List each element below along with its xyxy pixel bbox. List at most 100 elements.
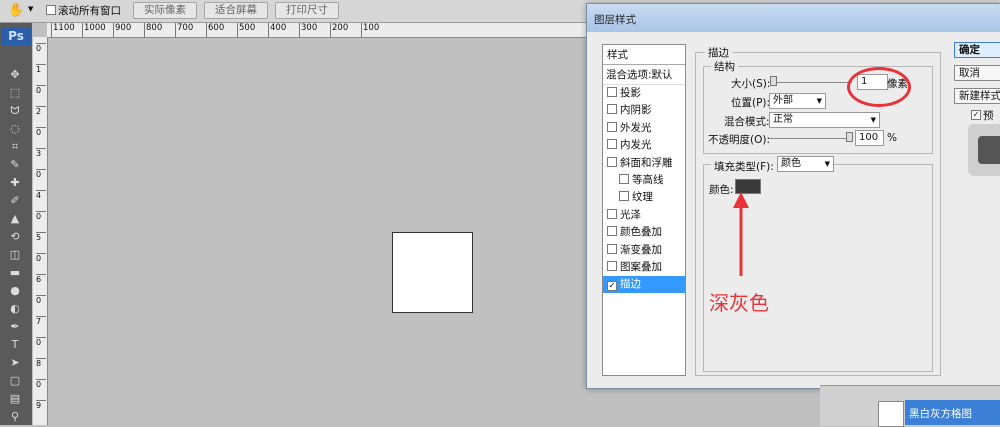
vruler-tick: 3 [36,148,46,158]
ps-logo: Ps [1,27,31,45]
vruler-tick: 0 [36,169,46,179]
style-item[interactable]: 外发光 [603,120,685,137]
brush-icon[interactable]: ✐ [6,194,24,208]
vruler-tick: 9 [36,400,46,410]
quick-select-icon[interactable]: ◌ [6,122,24,136]
pen-icon[interactable]: ✒ [6,320,24,334]
notes-icon[interactable]: ▤ [6,392,24,406]
style-list-header: 样式 [603,47,685,65]
print-size-button[interactable]: 打印尺寸 [275,2,339,19]
crop-tool-icon[interactable]: ⌗ [6,140,24,154]
style-item[interactable]: ✓ 描边 [603,276,685,294]
blend-mode-value: 正常 [773,114,793,125]
style-checkbox[interactable] [607,87,617,97]
style-item[interactable]: 等高线 [603,172,697,189]
actual-pixels-button[interactable]: 实际像素 [133,2,197,19]
opacity-label: 不透明度(O): [708,134,770,146]
style-checkbox[interactable] [607,226,617,237]
scroll-all-checkbox[interactable] [46,5,56,15]
opacity-unit: % [887,132,897,144]
style-item-label: 外发光 [620,121,652,134]
ruler-tick: 100 [361,23,379,37]
style-item-label: 光泽 [620,208,641,221]
style-item[interactable]: 渐变叠加 [603,242,685,259]
annotation-label: 深灰色 [709,291,769,315]
vruler-tick: 0 [36,337,46,347]
ok-button[interactable]: 确定 [954,42,1000,58]
path-select-icon[interactable]: ➤ [6,356,24,370]
style-checkbox[interactable] [607,104,617,115]
type-icon[interactable]: T [6,338,24,352]
style-item-label: 图案叠加 [620,261,662,273]
chevron-down-icon[interactable]: ▼ [28,5,33,13]
style-item-label: 投影 [620,87,641,99]
style-checkbox[interactable] [607,156,617,167]
style-item[interactable]: 投影 [603,85,685,102]
vruler-tick: 4 [36,190,46,200]
size-slider-thumb[interactable] [770,76,777,86]
style-item[interactable]: 纹理 [603,189,697,206]
history-brush-icon[interactable]: ⟲ [6,230,24,244]
style-item[interactable]: 斜面和浮雕 [603,155,685,172]
blend-options-item[interactable]: 混合选项:默认 [603,67,685,85]
style-item[interactable]: 颜色叠加 [603,224,685,241]
clone-stamp-icon[interactable]: ▲ [6,212,24,226]
blend-mode-label: 混合模式: [724,116,770,128]
ruler-tick: 400 [268,23,286,37]
layer-row-selected[interactable]: 黑白灰方格图 [905,400,1000,425]
annotation-arrow-icon [733,192,749,276]
style-item[interactable]: 图案叠加 [603,259,685,276]
ruler-tick: 800 [144,23,162,37]
style-item[interactable]: 内发光 [603,137,685,154]
ruler-tick: 1100 [51,23,75,37]
healing-brush-icon[interactable]: ✚ [6,176,24,190]
style-item[interactable]: 内阴影 [603,102,685,119]
position-select[interactable]: 外部 ▼ [769,93,826,109]
layer-style-dialog: 图层样式 样式 混合选项:默认 投影 内阴影 外发光 内发光 斜面和浮雕 等高线 纹理 光泽颜… [586,3,1000,389]
style-checkbox[interactable] [607,261,617,271]
blur-icon[interactable]: ● [6,284,24,298]
ruler-tick: 500 [237,23,255,37]
style-checkbox[interactable] [607,121,617,132]
preview-checkbox[interactable]: ✓ [971,110,981,120]
style-checkbox[interactable]: ✓ [607,281,617,292]
hand-icon[interactable]: ✋ [8,3,24,18]
gradient-icon[interactable]: ▬ [6,266,24,280]
style-checkbox[interactable] [619,191,629,202]
size-slider[interactable] [770,82,852,83]
dialog-title: 图层样式 [594,14,636,26]
style-checkbox[interactable] [607,208,617,219]
chevron-down-icon: ▼ [824,160,830,168]
shape-icon[interactable]: ▢ [6,374,24,388]
eyedropper-icon[interactable]: ✎ [6,158,24,172]
dodge-icon[interactable]: ◐ [6,302,24,316]
new-style-button[interactable]: 新建样式 [954,88,1000,104]
zoom-eyedropper-icon[interactable]: ⚲ [6,410,24,424]
cancel-button[interactable]: 取消 [954,65,1000,81]
vertical-ruler: 0 1 0 2 0 3 0 4 0 5 0 6 0 7 0 8 0 9 [33,37,48,425]
lasso-tool-icon[interactable]: ᗢ [6,104,24,118]
annotation-circle [847,67,911,107]
fit-screen-button[interactable]: 适合屏幕 [204,2,268,19]
opacity-slider[interactable] [769,138,853,139]
style-checkbox[interactable] [607,243,617,254]
style-item[interactable]: 光泽 [603,207,685,224]
vruler-tick: 8 [36,358,46,368]
layer-thumbnail [878,401,904,427]
structure-group-title: 结构 [711,59,738,74]
eraser-icon[interactable]: ◫ [6,248,24,262]
ruler-tick: 600 [206,23,224,37]
marquee-tool-icon[interactable]: ⬚ [6,86,24,100]
document-canvas[interactable] [392,232,473,313]
vruler-tick: 0 [36,85,46,95]
opacity-slider-thumb[interactable] [846,132,853,142]
vruler-tick: 0 [36,253,46,263]
move-tool-icon[interactable]: ✥ [6,68,24,82]
color-label: 颜色: [709,184,734,196]
blend-mode-select[interactable]: 正常 ▼ [769,112,880,128]
opacity-input[interactable]: 100 [855,130,884,146]
style-checkbox[interactable] [607,139,617,150]
style-checkbox[interactable] [619,174,629,184]
dialog-titlebar[interactable]: 图层样式 [587,4,1000,32]
fill-type-select[interactable]: 颜色 ▼ [777,156,834,172]
